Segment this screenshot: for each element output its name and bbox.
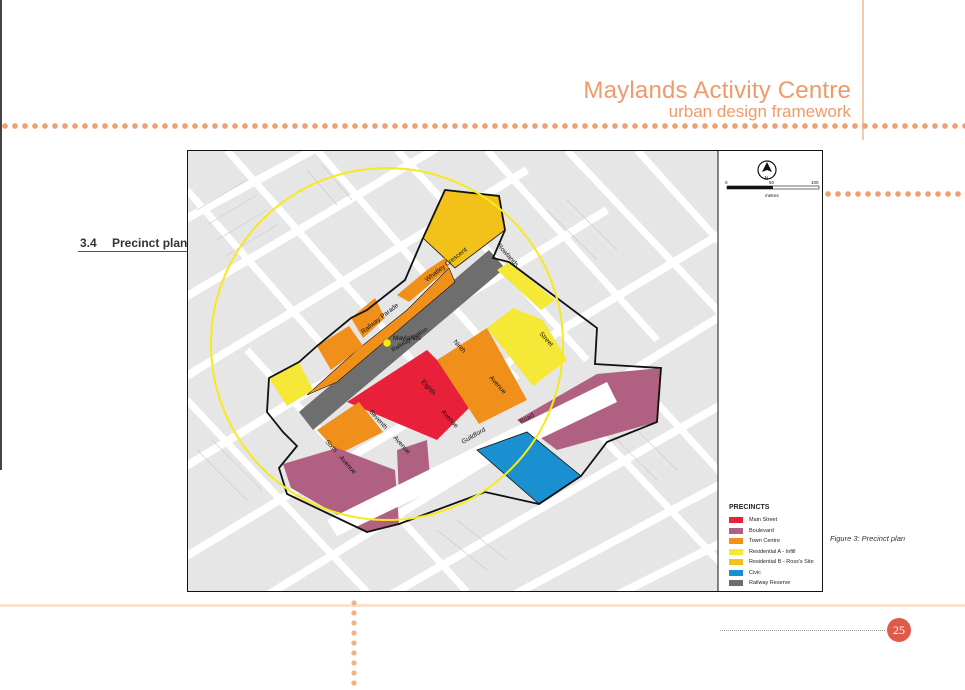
page-number-badge: 25 — [887, 618, 911, 642]
legend-item: Boulevard — [729, 526, 814, 536]
footer-dotted-vertical — [350, 598, 358, 690]
section-number: 3.4 — [80, 236, 97, 250]
legend-swatch-main-street — [729, 517, 743, 523]
legend-item: Railway Reserve — [729, 578, 814, 588]
legend-label: Civic — [749, 569, 761, 576]
scale-tick-50: 50 — [769, 180, 775, 185]
legend-swatch-railway-reserve — [729, 580, 743, 586]
figure-caption: Figure 3: Precinct plan — [830, 534, 906, 543]
legend-label: Residential A - Infill — [749, 548, 796, 555]
right-dotted-rule — [823, 190, 965, 198]
legend-label: Railway Reserve — [749, 580, 791, 586]
legend-item: Residential B - Ross's Site — [729, 557, 814, 567]
svg-text:N: N — [765, 176, 769, 182]
legend-title: PRECINCTS — [729, 504, 770, 511]
legend-label: Boulevard — [749, 527, 774, 534]
legend-label: Main Street — [749, 517, 778, 523]
footer-rule — [0, 604, 965, 607]
legend-label: Town Centre — [749, 538, 780, 544]
scale-units: metres — [765, 193, 780, 198]
page-subtitle: urban design framework — [668, 102, 851, 121]
header-dotted-rule — [0, 122, 965, 130]
legend-item: Residential A - Infill — [729, 547, 814, 557]
vertical-accent-line — [862, 0, 864, 140]
legend-swatch-town-centre — [729, 538, 743, 544]
footer-dotted-line — [720, 630, 885, 631]
legend-item: Civic — [729, 568, 814, 578]
legend-item: Town Centre — [729, 536, 814, 546]
legend-label: Residential B - Ross's Site — [749, 559, 814, 565]
map-legend: PRECINCTS Main Street Boulevard Town Cen… — [729, 504, 814, 589]
legend-swatch-residential-a — [729, 548, 743, 555]
station-marker-icon — [382, 338, 392, 348]
precinct-map: Maylands Railway Station Railway Parade … — [187, 150, 823, 592]
scale-tick-100: 100 — [811, 180, 819, 185]
page-title: Maylands Activity Centre — [583, 77, 851, 104]
legend-item: Main Street — [729, 515, 814, 525]
legend-swatch-boulevard — [729, 527, 743, 534]
legend-swatch-civic — [729, 569, 743, 576]
top-rule-left — [0, 0, 2, 470]
section-title: Precinct plan — [112, 236, 188, 250]
legend-swatch-residential-b — [729, 559, 743, 565]
